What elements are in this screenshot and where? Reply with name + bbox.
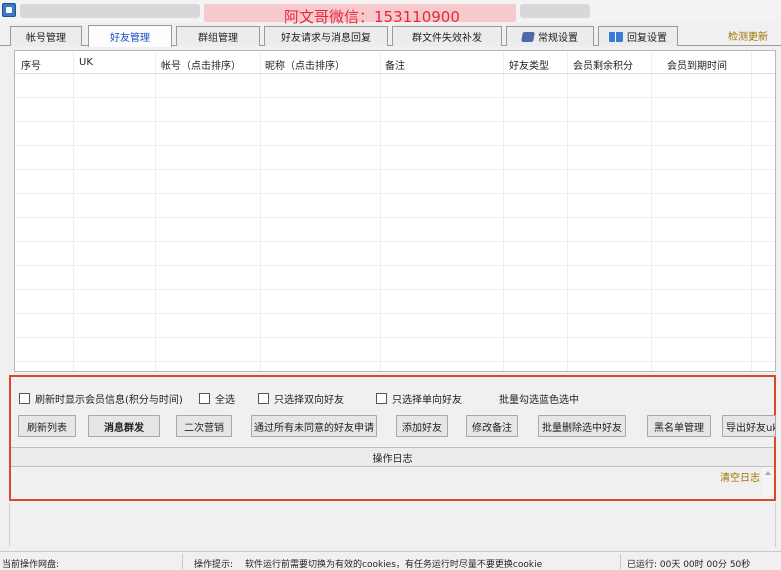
- checkbox[interactable]: [199, 393, 210, 404]
- log-content-area: [9, 503, 776, 547]
- option-label: 只选择双向好友: [274, 395, 344, 406]
- refresh-list-button[interactable]: 刷新列表: [18, 415, 76, 437]
- checkbox[interactable]: [376, 393, 387, 404]
- blacklist-management-button[interactable]: 黑名单管理: [647, 415, 711, 437]
- tab-label: 回复设置: [627, 33, 667, 44]
- tab-friend-management[interactable]: 好友管理: [88, 25, 172, 47]
- checkbox[interactable]: [258, 393, 269, 404]
- tab-general-settings[interactable]: 常规设置: [506, 26, 594, 46]
- friends-table[interactable]: 序号 UK 帐号（点击排序） 昵称（点击排序） 备注 好友类型 会员剩余积分 会…: [14, 50, 776, 372]
- column-header-uk[interactable]: UK: [79, 57, 93, 68]
- gear-icon: [521, 31, 535, 42]
- column-header-member-points[interactable]: 会员剩余积分: [573, 57, 633, 72]
- obscured-title-area-2: [520, 4, 590, 18]
- tab-bar: 帐号管理 好友管理 群组管理 好友请求与消息回复 群文件失效补发 常规设置 回复…: [0, 24, 781, 47]
- clear-log-link[interactable]: 清空日志: [720, 469, 760, 484]
- option-refresh-member-info[interactable]: 刷新时显示会员信息(积分与时间): [19, 391, 183, 406]
- option-only-unidirectional[interactable]: 只选择单向好友: [376, 391, 462, 406]
- tip-text: 软件运行前需要切换为有效的cookies，有任务运行时尽量不要更换cookie: [245, 560, 543, 570]
- obscured-title-area: [20, 4, 200, 18]
- column-header-note[interactable]: 备注: [385, 57, 405, 72]
- edit-note-button[interactable]: 修改备注: [466, 415, 518, 437]
- tab-label: 好友管理: [110, 33, 150, 44]
- option-label: 全选: [215, 395, 235, 406]
- tab-label: 群组管理: [198, 33, 238, 44]
- tab-label: 群文件失效补发: [412, 33, 482, 44]
- column-header-nickname[interactable]: 昵称（点击排序）: [265, 57, 345, 72]
- option-label: 只选择单向好友: [392, 395, 462, 406]
- message-broadcast-button[interactable]: 消息群发: [88, 415, 160, 437]
- batch-delete-friends-button[interactable]: 批量删除选中好友: [538, 415, 626, 437]
- tab-friend-requests-replies[interactable]: 好友请求与消息回复: [264, 26, 388, 46]
- tab-label: 帐号管理: [26, 33, 66, 44]
- friend-actions-panel: 刷新时显示会员信息(积分与时间) 全选 只选择双向好友 只选择单向好友 批量勾选…: [9, 375, 776, 501]
- export-friends-button[interactable]: 导出好友uk: [722, 415, 776, 437]
- app-icon: [2, 3, 16, 17]
- tab-group-management[interactable]: 群组管理: [176, 26, 260, 46]
- tab-label: 常规设置: [538, 33, 578, 44]
- column-header-account[interactable]: 帐号（点击排序）: [161, 57, 241, 72]
- tab-label: 好友请求与消息回复: [281, 33, 371, 44]
- operation-log-title: 操作日志: [372, 453, 413, 465]
- column-header-index[interactable]: 序号: [21, 57, 41, 72]
- title-bar: 阿文哥微信：153110900: [0, 0, 781, 26]
- accept-all-requests-button[interactable]: 通过所有未同意的好友申请: [251, 415, 377, 437]
- second-marketing-button[interactable]: 二次营销: [176, 415, 232, 437]
- log-scrollbar[interactable]: [762, 467, 774, 499]
- tip-label: 操作提示:: [194, 560, 234, 570]
- operation-log-header: 操作日志: [11, 447, 774, 467]
- runtime-text: 已运行: 00天 00时 00分 50秒: [627, 560, 751, 570]
- batch-check-hint: 批量勾选蓝色选中: [499, 395, 579, 406]
- add-friend-button[interactable]: 添加好友: [396, 415, 448, 437]
- check-update-link[interactable]: 检测更新: [728, 28, 768, 43]
- book-icon: [609, 31, 623, 42]
- tab-group-file-resend[interactable]: 群文件失效补发: [392, 26, 502, 46]
- column-header-friend-type[interactable]: 好友类型: [509, 57, 549, 72]
- column-header-member-expiry[interactable]: 会员到期时间: [667, 57, 727, 72]
- option-label: 刷新时显示会员信息(积分与时间): [35, 395, 183, 406]
- tab-reply-settings[interactable]: 回复设置: [598, 26, 678, 46]
- option-only-bidirectional[interactable]: 只选择双向好友: [258, 391, 344, 406]
- current-disk-label: 当前操作网盘:: [2, 560, 60, 570]
- option-select-all[interactable]: 全选: [199, 391, 235, 406]
- checkbox[interactable]: [19, 393, 30, 404]
- tab-account-management[interactable]: 帐号管理: [10, 26, 82, 46]
- status-bar: 当前操作网盘: 操作提示: 软件运行前需要切换为有效的cookies，有任务运行…: [0, 551, 781, 570]
